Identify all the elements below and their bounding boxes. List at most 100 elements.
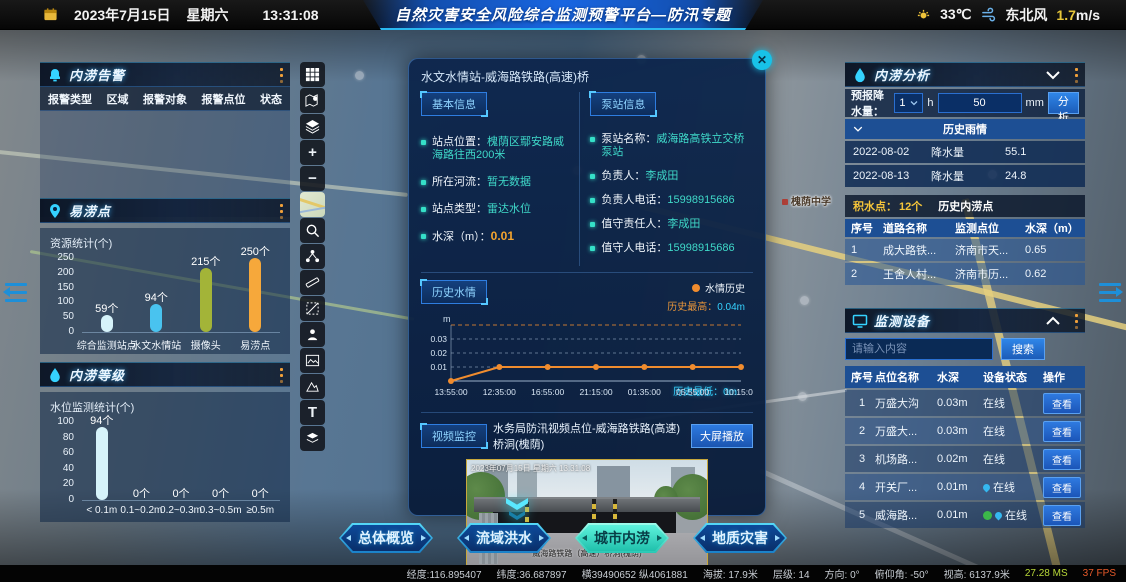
search-tool-icon[interactable] — [300, 218, 325, 243]
info-row: 水深（m）：0.01 — [421, 230, 571, 244]
close-icon[interactable]: ✕ — [752, 50, 772, 70]
nav-arrow-icon — [582, 535, 587, 541]
analyze-button[interactable]: 分析 — [1048, 92, 1079, 114]
network-tool-icon[interactable] — [300, 244, 325, 269]
col-region[interactable]: 区域 — [107, 91, 129, 107]
search-button[interactable]: 搜索 — [1001, 338, 1045, 360]
measure-tool-icon[interactable] — [300, 270, 325, 295]
area-measure-tool-icon[interactable] — [300, 296, 325, 321]
school-marker-icon — [782, 199, 788, 205]
rain-history-row[interactable]: 2022-08-13 降水量 24.8 — [845, 165, 1085, 187]
panel-waterlogging-analysis: 内涝分析 预报降水量： 1 h mm 分析 历史雨情 2022-08-02 降水… — [845, 62, 1085, 285]
video-timestamp: 2023年07月15日 星期六 13:31:08 — [471, 463, 590, 474]
nav-urban-waterlogging-button[interactable]: 城市内涝 — [575, 523, 669, 553]
resource-stats-chart: 资源统计(个) 05010015020025059个综合监测站点94个水文水情站… — [40, 228, 290, 354]
table-row[interactable]: 4 开关厂... 0.01m 在线 查看 — [845, 474, 1085, 500]
imagery-tool-icon[interactable] — [300, 348, 325, 373]
view-button[interactable]: 查看 — [1043, 449, 1081, 470]
video-section-header: 视频监控 水务局防汛视频点位-威海路铁路(高速)桥洞(槐荫) 大屏播放 — [421, 412, 753, 452]
panel-flood-points: 易涝点 资源统计(个) 05010015020025059个综合监测站点94个水… — [40, 198, 290, 354]
nav-geo-disaster-button[interactable]: 地质灾害 — [693, 523, 787, 553]
col-alert-object[interactable]: 报警对象 — [143, 91, 187, 107]
chevron-down-icon[interactable] — [1045, 67, 1061, 83]
rainfall-amount-input[interactable] — [938, 93, 1022, 113]
dashboard: 槐荫中学 2023年7月15日 星期六 13:31:08 自然灾害安全风险综合监… — [0, 0, 1126, 582]
map-pin-tool-icon[interactable] — [300, 88, 325, 113]
nav-basin-flood-button[interactable]: 流域洪水 — [457, 523, 551, 553]
location-pin-icon — [47, 203, 63, 219]
zoom-out-icon[interactable]: − — [300, 166, 325, 191]
zoom-in-icon[interactable]: + — [300, 140, 325, 165]
view-button[interactable]: 查看 — [1043, 421, 1081, 442]
panel-menu-dots-icon[interactable] — [280, 368, 283, 371]
video-point-name: 水务局防汛视频点位-威海路铁路(高速)桥洞(槐荫) — [493, 420, 685, 452]
panel-title: 易涝点 — [69, 201, 111, 220]
col-status[interactable]: 状态 — [260, 91, 282, 107]
left-panel-collapse-toggle[interactable] — [5, 272, 27, 312]
right-panel-collapse-toggle[interactable] — [1099, 272, 1121, 312]
ponding-table-header: 序号 道路名称 监测点位 水深（m） — [845, 219, 1085, 237]
terrain-tool-icon[interactable] — [300, 374, 325, 399]
history-section: 历史水情 水情历史 历史最高：0.04m 历史最低：0m m0.010.020.… — [421, 273, 753, 407]
water-level-stats-chart: 水位监测统计(个) 02040608010094个< 0.1m0个0.1~0.2… — [40, 392, 290, 522]
triangle-right-icon — [1116, 287, 1123, 297]
panel-title: 监测设备 — [874, 311, 930, 330]
stack-tool-icon[interactable] — [300, 426, 325, 451]
panel-menu-dots-icon[interactable] — [280, 68, 283, 71]
table-row[interactable]: 1 成大路铁... 济南市天... 0.65 — [845, 239, 1085, 261]
duration-select[interactable]: 1 — [894, 93, 923, 113]
view-button[interactable]: 查看 — [1043, 393, 1081, 414]
panel-menu-dots-icon[interactable] — [1075, 314, 1078, 317]
topbar: 2023年7月15日 星期六 13:31:08 自然灾害安全风险综合监测预警平台… — [0, 0, 1126, 30]
pump-info-section: 泵站信息 泵站名称：威海路高铁立交桥泵站 负责人：李成田 负责人电话：15998… — [580, 92, 753, 266]
svg-text:12:35:00: 12:35:00 — [483, 387, 516, 397]
status-longitude: 经度:116.895407 — [407, 566, 482, 581]
svg-text:05:55:00: 05:55:00 — [676, 387, 709, 397]
chevron-up-icon[interactable] — [1045, 313, 1061, 329]
history-rain-header[interactable]: 历史雨情 — [845, 119, 1085, 139]
nav-arrow-icon — [700, 535, 705, 541]
weekday-text: 星期六 — [187, 5, 229, 25]
minimap-toggle[interactable] — [300, 192, 325, 217]
svg-text:13:55:00: 13:55:00 — [434, 387, 467, 397]
panel-menu-dots-icon[interactable] — [280, 204, 283, 207]
nav-arrow-icon — [657, 535, 662, 541]
text-label-tool-icon[interactable]: T — [300, 400, 325, 425]
video-building — [597, 466, 631, 497]
fullscreen-play-button[interactable]: 大屏播放 — [691, 424, 753, 448]
video-player[interactable]: 2023年07月15日 星期六 13:31:08 威海路铁路（高速）桥洞(槐荫) — [466, 459, 708, 577]
map-label-school: 槐荫中学 — [782, 193, 831, 208]
nav-overview-button[interactable]: 总体概览 — [339, 523, 433, 553]
triangle-left-icon — [3, 287, 10, 297]
station-detail-popup: ✕ 水文水情站-威海路铁路(高速)桥 基本信息 站点位置：槐荫区鄢安路威海路往西… — [408, 58, 766, 516]
device-table-header: 序号 点位名称 水深 设备状态 操作 — [845, 366, 1085, 388]
survey-tool-icon[interactable] — [300, 322, 325, 347]
view-button[interactable]: 查看 — [1043, 477, 1081, 498]
table-row[interactable]: 3 机场路... 0.02m 在线 查看 — [845, 446, 1085, 472]
table-row[interactable]: 2 王舍人村... 济南市历... 0.62 — [845, 263, 1085, 285]
bullet-icon — [590, 137, 595, 142]
panel-header: 监测设备 — [845, 308, 1085, 333]
panel-menu-dots-icon[interactable] — [1075, 68, 1078, 71]
rain-history-row[interactable]: 2022-08-02 降水量 55.1 — [845, 141, 1085, 163]
map-cluster-dot — [355, 71, 364, 80]
info-row: 泵站名称：威海路高铁立交桥泵站 — [590, 133, 753, 159]
search-input[interactable] — [845, 338, 993, 360]
nav-arrow-icon — [539, 535, 544, 541]
panel-title: 内涝等级 — [69, 365, 125, 384]
bullet-icon — [590, 174, 595, 179]
col-alert-type[interactable]: 报警类型 — [48, 91, 92, 107]
duration-unit: h — [927, 97, 933, 109]
table-row[interactable]: 2 万盛大... 0.03m 在线 查看 — [845, 418, 1085, 444]
table-row[interactable]: 1 万盛大沟 0.03m 在线 查看 — [845, 390, 1085, 416]
water-history-chart: 历史最低：0m m0.010.020.0313:55:0012:35:0016:… — [421, 313, 753, 407]
camera-status-icon — [983, 511, 992, 520]
grid-tool-icon[interactable] — [300, 62, 325, 87]
pump-info-chip: 泵站信息 — [590, 92, 656, 116]
map-toolbar: + − T — [300, 62, 325, 451]
forecast-label: 预报降水量： — [851, 87, 890, 119]
status-altitude: 海拔: 17.9米 — [703, 566, 758, 581]
layers-tool-icon[interactable] — [300, 114, 325, 139]
bullet-icon — [590, 198, 595, 203]
col-alert-point[interactable]: 报警点位 — [202, 91, 246, 107]
